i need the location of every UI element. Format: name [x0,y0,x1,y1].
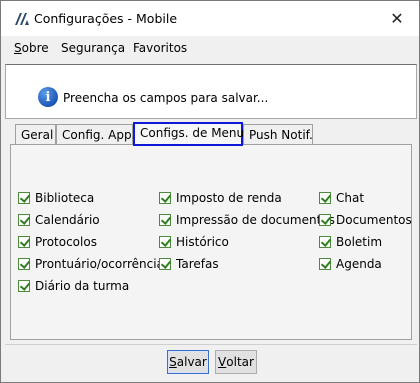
checkbox-checked-icon [159,258,171,270]
checkbox-label: Diário da turma [35,279,130,293]
checkbox-label: Protocolos [35,235,97,249]
checkbox-agenda[interactable]: Agenda [319,257,382,271]
checkbox-label: Calendário [35,213,100,227]
menu-seguranca[interactable]: Segurança [61,41,125,55]
save-button[interactable]: Salvar [167,350,209,374]
configuracoes-window: Configurações - Mobile ✕ Sobre Segurança… [0,0,420,383]
checkbox-impressao-de-documentos[interactable]: Impressão de documentos [159,213,335,227]
back-mnemonic: V [218,355,227,369]
checkbox-tarefas[interactable]: Tarefas [159,257,219,271]
checkbox-historico[interactable]: Histórico [159,235,229,249]
menu-sobre-mnemonic: S [14,41,22,55]
save-label: alvar [176,355,207,369]
close-button[interactable]: ✕ [375,1,419,36]
back-button[interactable]: Voltar [215,350,257,374]
checkbox-label: Boletim [336,235,383,249]
info-icon: i [38,87,58,107]
app-logo-icon [15,13,29,25]
menu-bar: Sobre Segurança Favoritos [1,37,419,61]
button-bar: Salvar Voltar [5,344,417,380]
info-panel: i Preencha os campos para salvar... [5,64,417,119]
checkbox-label: Histórico [176,235,229,249]
checkbox-checked-icon [159,236,171,248]
close-icon: ✕ [390,9,404,28]
info-message: Preencha os campos para salvar... [63,91,269,105]
tab-configs-de-menu[interactable]: Configs. de Menu [133,122,244,146]
menu-options-panel: Biblioteca Calendário Protocolos Prontuá… [10,144,412,340]
checkbox-biblioteca[interactable]: Biblioteca [18,191,94,205]
tab-config-app[interactable]: Config. App. [56,124,135,145]
checkbox-label: Imposto de renda [176,191,282,205]
tab-geral[interactable]: Geral [15,124,56,145]
checkbox-calendario[interactable]: Calendário [18,213,100,227]
back-label: oltar [226,355,254,369]
menu-sobre-label: obre [21,41,49,55]
checkbox-chat[interactable]: Chat [319,191,364,205]
checkbox-checked-icon [18,236,30,248]
checkbox-checked-icon [18,192,30,204]
checkbox-label: Documentos [336,213,412,227]
checkbox-label: Impressão de documentos [176,213,335,227]
checkbox-checked-icon [18,280,30,292]
checkbox-documentos[interactable]: Documentos [319,213,412,227]
menu-favoritos[interactable]: Favoritos [133,41,187,55]
checkbox-checked-icon [18,214,30,226]
checkbox-label: Prontuário/ocorrências [35,257,171,271]
checkbox-label: Biblioteca [35,191,95,205]
window-title: Configurações - Mobile [34,11,178,26]
checkbox-imposto-de-renda[interactable]: Imposto de renda [159,191,282,205]
save-mnemonic: S [169,355,177,369]
checkbox-checked-icon [319,192,331,204]
checkbox-checked-icon [319,214,331,226]
checkbox-checked-icon [319,236,331,248]
checkbox-label: Chat [336,191,365,205]
tab-push-notif[interactable]: Push Notif. [243,124,313,145]
title-bar: Configurações - Mobile ✕ [1,1,419,36]
checkbox-checked-icon [159,192,171,204]
checkbox-checked-icon [159,214,171,226]
checkbox-checked-icon [18,258,30,270]
checkbox-label: Agenda [336,257,382,271]
checkbox-label: Tarefas [176,257,219,271]
checkbox-diario-da-turma[interactable]: Diário da turma [18,279,129,293]
checkbox-boletim[interactable]: Boletim [319,235,382,249]
menu-sobre[interactable]: Sobre [14,41,49,55]
checkbox-checked-icon [319,258,331,270]
checkbox-protocolos[interactable]: Protocolos [18,235,97,249]
checkbox-prontuario[interactable]: Prontuário/ocorrências [18,257,170,271]
